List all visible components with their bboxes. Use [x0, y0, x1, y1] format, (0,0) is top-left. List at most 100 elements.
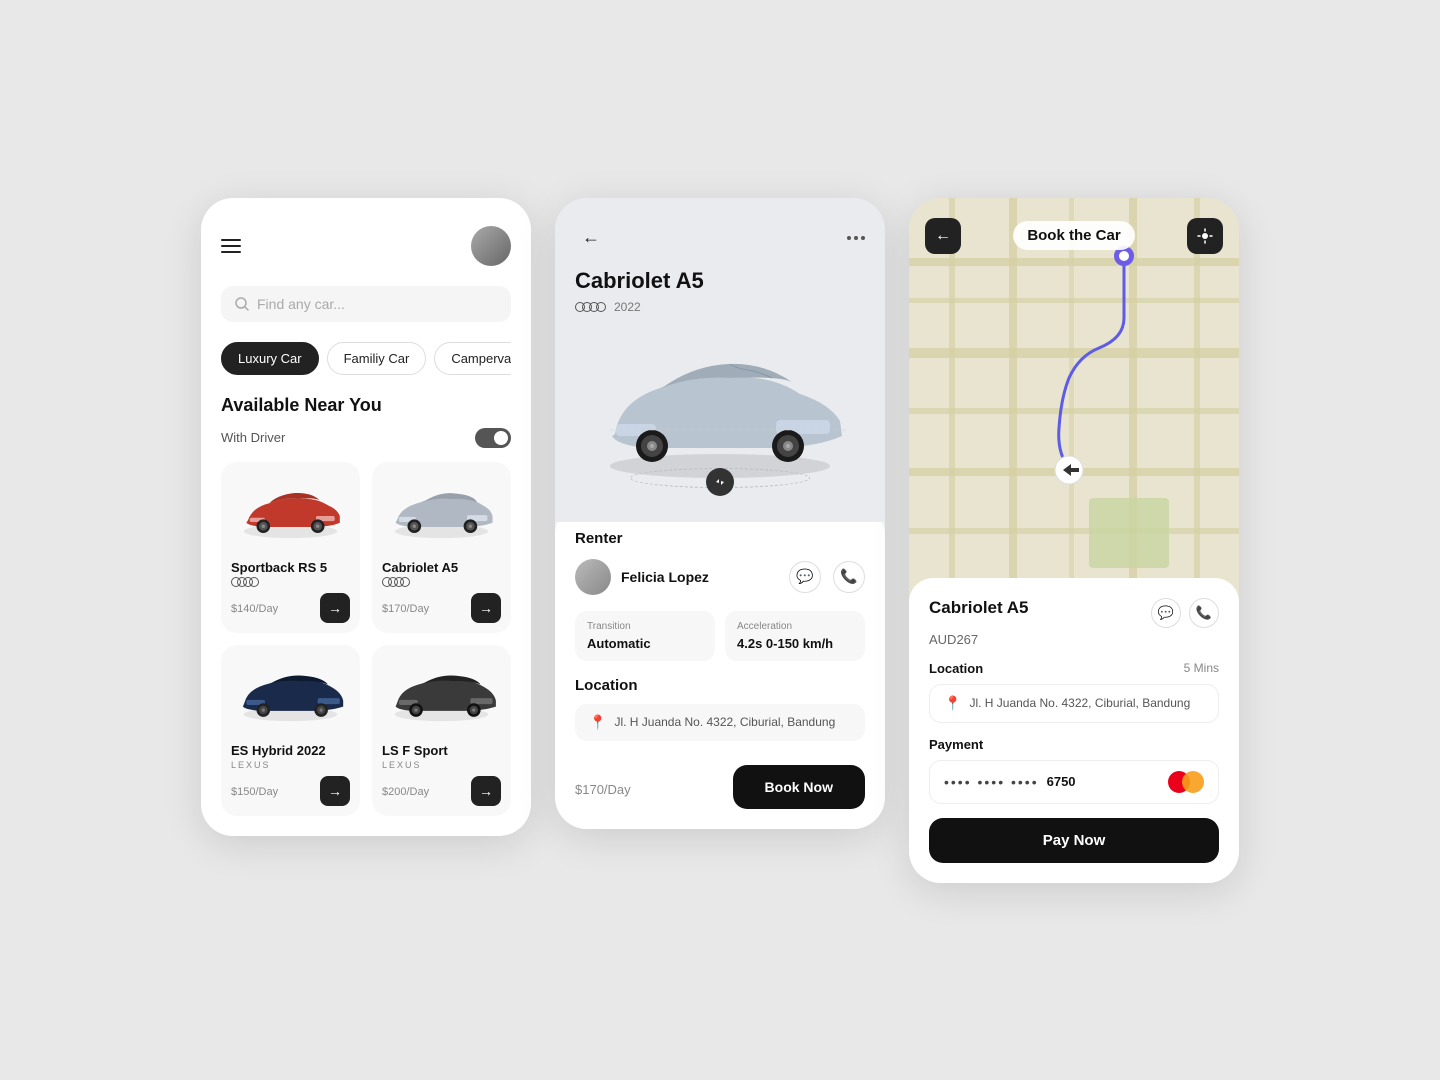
mastercard-icon: [1168, 771, 1204, 793]
map-area: ← Book the Car: [909, 198, 1239, 598]
hamburger-menu-button[interactable]: [221, 239, 241, 253]
mastercard-orange-circle: [1182, 771, 1204, 793]
car-price-sportback: $140/Day: [231, 600, 278, 615]
s3-payment-box[interactable]: •••• •••• •••• 6750: [929, 760, 1219, 804]
car-card-cabriolet[interactable]: Cabriolet A5 $170/Day →: [372, 462, 511, 633]
s3-price: AUD267: [929, 632, 1219, 647]
renter-row: Felicia Lopez 💬 📞: [575, 559, 865, 595]
car-brand-eshybrid: LEXUS: [231, 760, 350, 770]
car-image-cabriolet: [382, 472, 501, 552]
renter-section-title: Renter: [575, 530, 865, 547]
s3-payment-title: Payment: [929, 737, 1219, 752]
car-price-row-lsfsport: $200/Day →: [382, 776, 501, 806]
back-button[interactable]: ←: [575, 222, 607, 254]
rotation-indicator: [706, 468, 734, 496]
car-price-cabriolet: $170/Day: [382, 600, 429, 615]
s2-footer: $170/Day Book Now: [575, 761, 865, 809]
filter-tabs: Luxury Car Familiy Car Campervan: [221, 342, 511, 375]
car-price-row-cabriolet: $170/Day →: [382, 593, 501, 623]
s3-page-title: Book the Car: [1013, 221, 1134, 250]
car-image-sportback: [231, 472, 350, 552]
screen-1: Find any car... Luxury Car Familiy Car C…: [201, 198, 531, 836]
price-display: $170/Day: [575, 773, 631, 801]
with-driver-row: With Driver: [221, 428, 511, 448]
user-avatar[interactable]: [471, 226, 511, 266]
more-dot-3: [861, 236, 865, 240]
search-icon: [235, 297, 249, 311]
car-brand-sportback: [231, 577, 350, 587]
filter-tab-campervan[interactable]: Campervan: [434, 342, 511, 375]
call-button[interactable]: 📞: [833, 561, 865, 593]
s3-car-name: Cabriolet A5: [929, 598, 1029, 618]
s3-nav: ← Book the Car: [909, 218, 1239, 254]
s3-location-label: Location 5 Mins: [929, 661, 1219, 676]
search-placeholder-text: Find any car...: [257, 296, 345, 312]
s3-card-header: Cabriolet A5 💬 📞: [929, 598, 1219, 628]
with-driver-toggle[interactable]: [475, 428, 511, 448]
card-dots: •••• •••• ••••: [944, 774, 1039, 790]
screens-container: Find any car... Luxury Car Familiy Car C…: [161, 158, 1279, 923]
chat-button[interactable]: 💬: [789, 561, 821, 593]
audi-logo: [575, 302, 606, 312]
car-main-image: [580, 346, 860, 486]
car-name-sportback: Sportback RS 5: [231, 560, 350, 575]
s3-location-box: 📍 Jl. H Juanda No. 4322, Ciburial, Bandu…: [929, 684, 1219, 723]
s3-location-pin-icon: 📍: [944, 695, 961, 712]
s3-back-button[interactable]: ←: [925, 218, 961, 254]
card-number: 6750: [1047, 774, 1076, 789]
audi-ring-4: [596, 302, 606, 312]
car-name-eshybrid: ES Hybrid 2022: [231, 743, 350, 758]
specs-row: Transition Automatic Acceleration 4.2s 0…: [575, 611, 865, 661]
screen-2: ← Cabriolet A5 2022: [555, 198, 885, 829]
more-options-button[interactable]: [847, 236, 865, 240]
car-name-cabriolet: Cabriolet A5: [382, 560, 501, 575]
pay-now-button[interactable]: Pay Now: [929, 818, 1219, 863]
car-arrow-btn-sportback[interactable]: →: [320, 593, 350, 623]
s3-card-actions: 💬 📞: [1151, 598, 1219, 628]
car-arrow-btn-eshybrid[interactable]: →: [320, 776, 350, 806]
s3-call-button[interactable]: 📞: [1189, 598, 1219, 628]
screen-3: ← Book the Car Cabriolet A5 💬 📞 AUD: [909, 198, 1239, 883]
hamburger-line-3: [221, 251, 241, 253]
s3-location-title: Location: [929, 661, 983, 676]
car-price-row-sportback: $140/Day →: [231, 593, 350, 623]
location-box: 📍 Jl. H Juanda No. 4322, Ciburial, Bandu…: [575, 704, 865, 741]
location-text: Jl. H Juanda No. 4322, Ciburial, Bandung: [614, 715, 835, 729]
car-card-sportback[interactable]: Sportback RS 5 $140/Day →: [221, 462, 360, 633]
renter-name: Felicia Lopez: [621, 569, 709, 585]
hamburger-line-2: [221, 245, 241, 247]
car-price-eshybrid: $150/Day: [231, 783, 278, 798]
hamburger-line-1: [221, 239, 241, 241]
book-now-button[interactable]: Book Now: [733, 765, 865, 809]
acceleration-value: 4.2s 0-150 km/h: [737, 636, 853, 651]
location-section-title: Location: [575, 677, 865, 694]
more-dot-2: [854, 236, 858, 240]
car-card-lsfsport[interactable]: LS F Sport LEXUS $200/Day →: [372, 645, 511, 816]
car-arrow-btn-cabriolet[interactable]: →: [471, 593, 501, 623]
car-price-lsfsport: $200/Day: [382, 783, 429, 798]
filter-tab-luxury[interactable]: Luxury Car: [221, 342, 319, 375]
acceleration-label: Acceleration: [737, 621, 853, 632]
location-button[interactable]: [1187, 218, 1223, 254]
search-bar[interactable]: Find any car...: [221, 286, 511, 322]
s2-nav: ←: [575, 222, 865, 254]
map-svg: [909, 198, 1239, 598]
renter-avatar: [575, 559, 611, 595]
s3-booking-card: Cabriolet A5 💬 📞 AUD267 Location 5 Mins …: [909, 578, 1239, 883]
s3-chat-button[interactable]: 💬: [1151, 598, 1181, 628]
more-dot-1: [847, 236, 851, 240]
s2-car-meta: 2022: [575, 300, 865, 314]
car-year: 2022: [614, 300, 641, 314]
section-title: Available Near You: [221, 395, 511, 416]
spec-card-acceleration: Acceleration 4.2s 0-150 km/h: [725, 611, 865, 661]
car-arrow-btn-lsfsport[interactable]: →: [471, 776, 501, 806]
filter-tab-family[interactable]: Familiy Car: [327, 342, 427, 375]
car-card-eshybrid[interactable]: ES Hybrid 2022 LEXUS $150/Day →: [221, 645, 360, 816]
car-name-lsfsport: LS F Sport: [382, 743, 501, 758]
renter-info: Felicia Lopez: [575, 559, 709, 595]
car-price-row-eshybrid: $150/Day →: [231, 776, 350, 806]
s2-car-visual: [575, 326, 865, 506]
car-brand-lsfsport: LEXUS: [382, 760, 501, 770]
with-driver-label: With Driver: [221, 430, 285, 445]
rotation-button[interactable]: [706, 468, 734, 496]
